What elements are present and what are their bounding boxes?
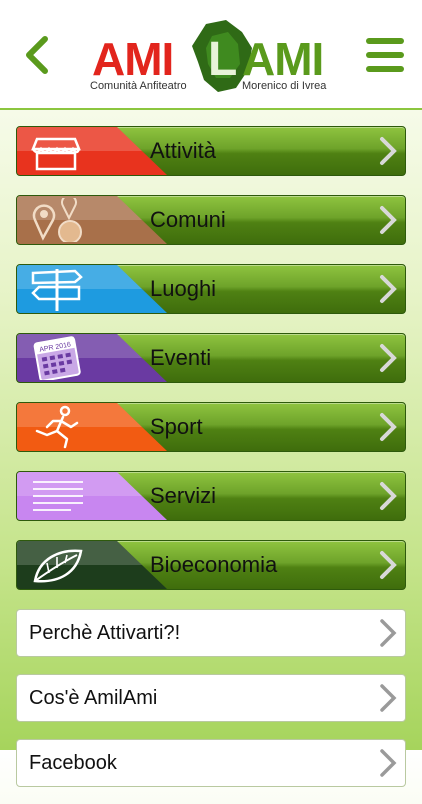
app-logo: AMI L AMI Comunità Anfiteatro Morenico d… (86, 14, 336, 98)
hamburger-menu-icon (366, 38, 404, 72)
menu-item-label: Luoghi (150, 276, 217, 301)
main-menu: Attività Comuni Luoghi APR 2016 Eventi S… (16, 126, 406, 804)
logo-left-word: AMI (92, 33, 174, 85)
menu-item-label: Servizi (150, 483, 217, 508)
logo-subtitle-right: Morenico di Ivrea (242, 80, 327, 92)
runner-icon (35, 405, 79, 449)
menu-item-label: Bioeconomia (150, 552, 278, 577)
menu-item-luoghi[interactable]: Luoghi (16, 264, 406, 314)
map-pin-icon (32, 198, 82, 242)
logo-subtitle-left: Comunità Anfiteatro (90, 80, 187, 92)
link-facebook[interactable]: Facebook (16, 739, 406, 787)
chevron-right-icon (380, 206, 397, 234)
chevron-right-icon (380, 137, 397, 165)
chevron-right-icon (380, 275, 397, 303)
menu-button[interactable] (362, 34, 408, 76)
chevron-right-icon (380, 413, 397, 441)
menu-item-label: Comuni (150, 207, 226, 232)
calendar-icon: APR 2016 (33, 336, 81, 380)
signpost-icon (31, 269, 83, 311)
chevron-right-icon (380, 619, 397, 647)
link-label: Perchè Attivarti?! (29, 622, 181, 644)
link-label: Cos'è AmilAmi (29, 687, 158, 709)
menu-item-sport[interactable]: Sport (16, 402, 406, 452)
menu-item-comuni[interactable]: Comuni (16, 195, 406, 245)
menu-item-label: Attività (150, 138, 217, 163)
app-header: AMI L AMI Comunità Anfiteatro Morenico d… (0, 0, 422, 110)
chevron-right-icon (380, 551, 397, 579)
menu-item-label: Eventi (150, 345, 212, 370)
chevron-right-icon (380, 749, 397, 777)
leaf-icon (33, 549, 83, 583)
logo-right-word: AMI (242, 33, 324, 85)
logo-middle-letter: L (208, 33, 237, 86)
chevron-right-icon (380, 482, 397, 510)
chevron-left-icon (26, 36, 48, 74)
link-perche-attivarti[interactable]: Perchè Attivarti?! (16, 609, 406, 657)
link-cose-amilami[interactable]: Cos'è AmilAmi (16, 674, 406, 722)
chevron-right-icon (380, 684, 397, 712)
menu-item-eventi[interactable]: APR 2016 Eventi (16, 333, 406, 383)
back-button[interactable] (14, 32, 58, 78)
chevron-right-icon (380, 344, 397, 372)
menu-item-servizi[interactable]: Servizi (16, 471, 406, 521)
menu-item-label: Sport (150, 414, 203, 439)
shop-icon (31, 137, 81, 171)
link-label: Facebook (29, 752, 117, 774)
list-lines-icon (33, 481, 83, 511)
menu-item-bioeconomia[interactable]: Bioeconomia (16, 540, 406, 590)
menu-item-attivita[interactable]: Attività (16, 126, 406, 176)
